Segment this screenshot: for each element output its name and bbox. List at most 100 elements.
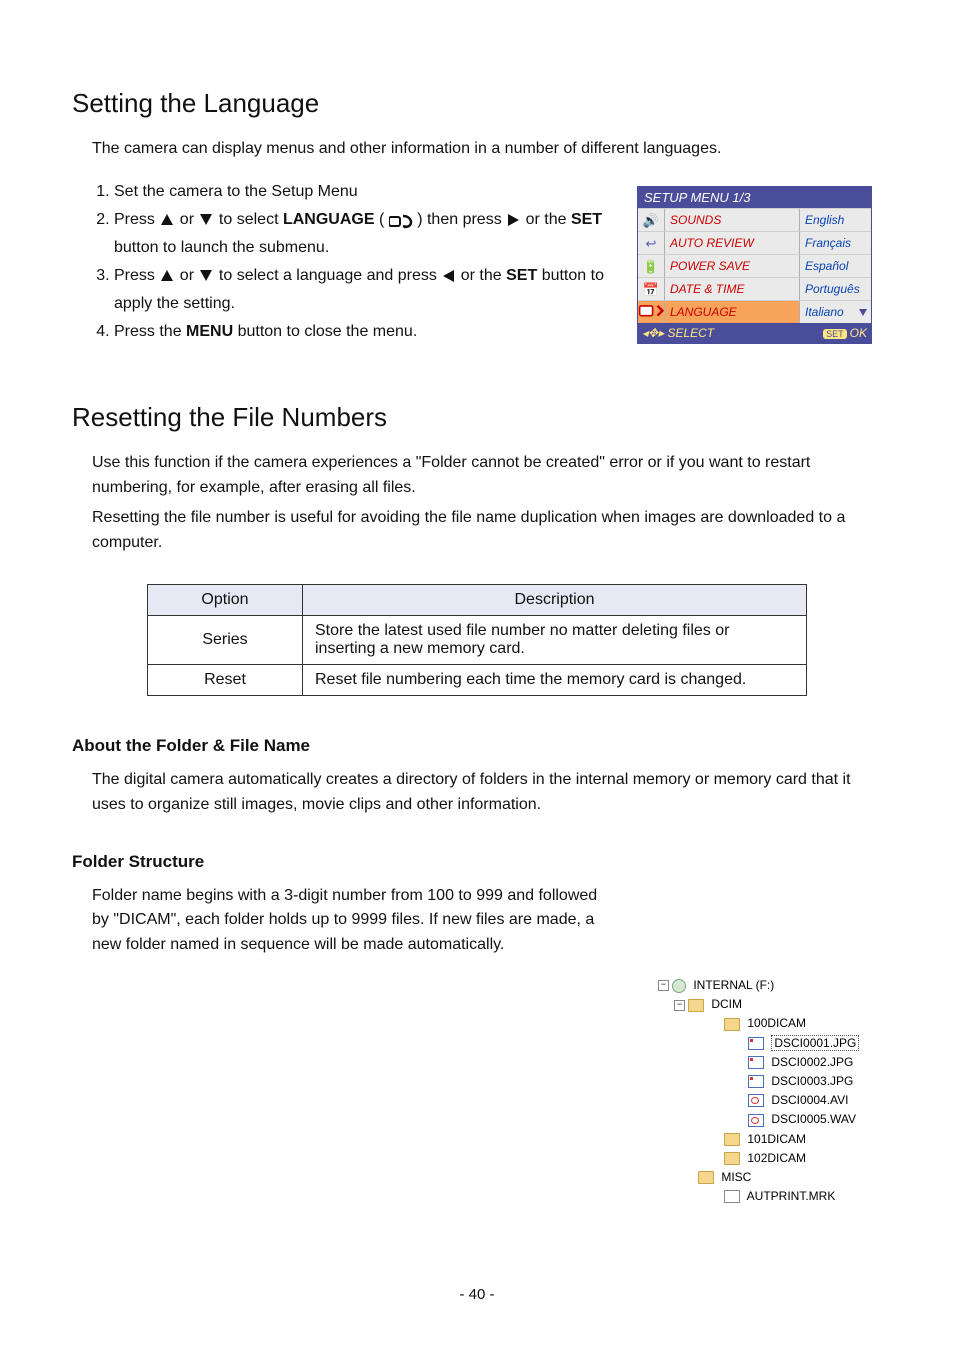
tree-102dicam: 102DICAM	[658, 1149, 868, 1168]
t: or the	[461, 267, 506, 284]
tree-label: DSCI0004.AVI	[771, 1093, 848, 1107]
drive-icon	[672, 979, 686, 993]
t: button to launch the submenu.	[114, 239, 329, 256]
td-series-desc: Store the latest used file number no mat…	[303, 615, 807, 664]
tree-label: DCIM	[711, 997, 742, 1011]
autoreview-icon: ↩	[638, 231, 665, 254]
tree-file: DSCI0001.JPG	[658, 1034, 868, 1053]
folder-icon	[724, 1152, 740, 1165]
t: Press the	[114, 323, 186, 340]
video-file-icon	[748, 1094, 764, 1107]
table-row: Reset Reset file numbering each time the…	[148, 664, 807, 695]
t: Press	[114, 211, 159, 228]
folder-icon	[724, 1133, 740, 1146]
up-arrow-icon	[161, 270, 173, 281]
datetime-icon: 📅	[638, 277, 665, 300]
chevron-down-icon	[859, 309, 867, 316]
menu-label: MENU	[186, 323, 233, 340]
t: or	[180, 211, 199, 228]
t: to select a language and press	[219, 267, 441, 284]
file-icon	[724, 1190, 740, 1203]
t: Press	[114, 267, 159, 284]
setup-menu-label: AUTO REVIEW	[665, 231, 799, 254]
audio-file-icon	[748, 1114, 764, 1127]
tree-file: DSCI0003.JPG	[658, 1072, 868, 1091]
tree-label: DSCI0003.JPG	[771, 1074, 853, 1088]
tree-dcim: − DCIM	[658, 995, 868, 1014]
tree-label: DSCI0005.WAV	[771, 1112, 856, 1126]
setup-menu-row: 🔊 SOUNDS English	[638, 208, 871, 231]
t: or	[180, 267, 199, 284]
footer-ok: SETOK	[823, 326, 867, 340]
sounds-icon: 🔊	[638, 208, 665, 231]
setup-menu-footer: ◂✥▸ SELECT SETOK	[638, 323, 871, 343]
down-arrow-icon	[200, 270, 212, 281]
tree-101dicam: 101DICAM	[658, 1130, 868, 1149]
step-3: Press or to select a language and press …	[114, 262, 634, 318]
powersave-icon: 🔋	[638, 254, 665, 277]
tree-label: 102DICAM	[747, 1151, 806, 1165]
step-2: Press or to select LANGUAGE ( ) then pre…	[114, 206, 634, 262]
image-file-icon	[748, 1056, 764, 1069]
setup-menu-label: DATE & TIME	[665, 277, 799, 300]
folder-icon	[698, 1171, 714, 1184]
td-series: Series	[148, 615, 303, 664]
setup-menu-value: Italiano	[799, 300, 871, 323]
folder-icon	[688, 999, 704, 1012]
heading-reset-file-numbers: Resetting the File Numbers	[72, 402, 882, 433]
tree-label: MISC	[721, 1170, 751, 1184]
language-icon	[638, 300, 665, 323]
language-label: LANGUAGE	[283, 211, 375, 228]
t: ) then press	[417, 211, 506, 228]
setup-menu-label: LANGUAGE	[665, 300, 799, 323]
section3-p1: The digital camera automatically creates…	[92, 768, 882, 818]
t: button to close the menu.	[238, 323, 418, 340]
heading-setting-language: Setting the Language	[72, 88, 882, 119]
steps-list: Set the camera to the Setup Menu Press o…	[72, 178, 634, 346]
t: (	[379, 211, 384, 228]
tree-root: − INTERNAL (F:)	[658, 976, 868, 995]
options-table: Option Description Series Store the late…	[147, 584, 807, 696]
setup-menu-row-selected: LANGUAGE Italiano	[638, 300, 871, 323]
image-file-icon	[748, 1075, 764, 1088]
collapse-icon: −	[658, 980, 669, 991]
tree-file: DSCI0004.AVI	[658, 1091, 868, 1110]
table-row: Series Store the latest used file number…	[148, 615, 807, 664]
down-arrow-icon	[200, 214, 212, 225]
td-reset: Reset	[148, 664, 303, 695]
right-arrow-icon	[508, 214, 519, 226]
td-reset-desc: Reset file numbering each time the memor…	[303, 664, 807, 695]
setup-menu-label: POWER SAVE	[665, 254, 799, 277]
setup-menu-row: 🔋 POWER SAVE Español	[638, 254, 871, 277]
tree-autprint: AUTPRINT.MRK	[658, 1187, 868, 1206]
tree-100dicam: 100DICAM	[658, 1014, 868, 1033]
th-description: Description	[303, 584, 807, 615]
t: or the	[526, 211, 571, 228]
footer-ok-label: OK	[850, 326, 867, 340]
setup-menu-value: Português	[799, 277, 871, 300]
section4-p1: Folder name begins with a 3-digit number…	[92, 884, 612, 958]
set-badge: SET	[823, 329, 847, 339]
setup-menu-label: SOUNDS	[665, 208, 799, 231]
setup-menu-value: Español	[799, 254, 871, 277]
up-arrow-icon	[161, 214, 173, 225]
tree-label: DSCI0001.JPG	[771, 1035, 859, 1051]
tree-label: INTERNAL (F:)	[693, 978, 774, 992]
footer-select: ◂✥▸ SELECT	[642, 326, 714, 340]
heading-about-folder-file: About the Folder & File Name	[72, 736, 882, 756]
tree-file: DSCI0002.JPG	[658, 1053, 868, 1072]
section2-p2: Resetting the file number is useful for …	[92, 506, 882, 556]
set-label: SET	[506, 267, 537, 284]
th-option: Option	[148, 584, 303, 615]
tree-label: DSCI0002.JPG	[771, 1055, 853, 1069]
tree-label: AUTPRINT.MRK	[747, 1189, 836, 1203]
setup-menu-title: SETUP MENU 1/3	[638, 187, 871, 208]
setup-menu-row: ↩ AUTO REVIEW Français	[638, 231, 871, 254]
page-number: - 40 -	[0, 1286, 954, 1303]
tree-label: 101DICAM	[747, 1132, 806, 1146]
folder-icon	[724, 1018, 740, 1031]
table-header-row: Option Description	[148, 584, 807, 615]
step-4: Press the MENU button to close the menu.	[114, 318, 634, 346]
left-arrow-icon	[443, 270, 454, 282]
folder-tree-illustration: − INTERNAL (F:) − DCIM 100DICAM DSCI0001…	[658, 976, 868, 1206]
